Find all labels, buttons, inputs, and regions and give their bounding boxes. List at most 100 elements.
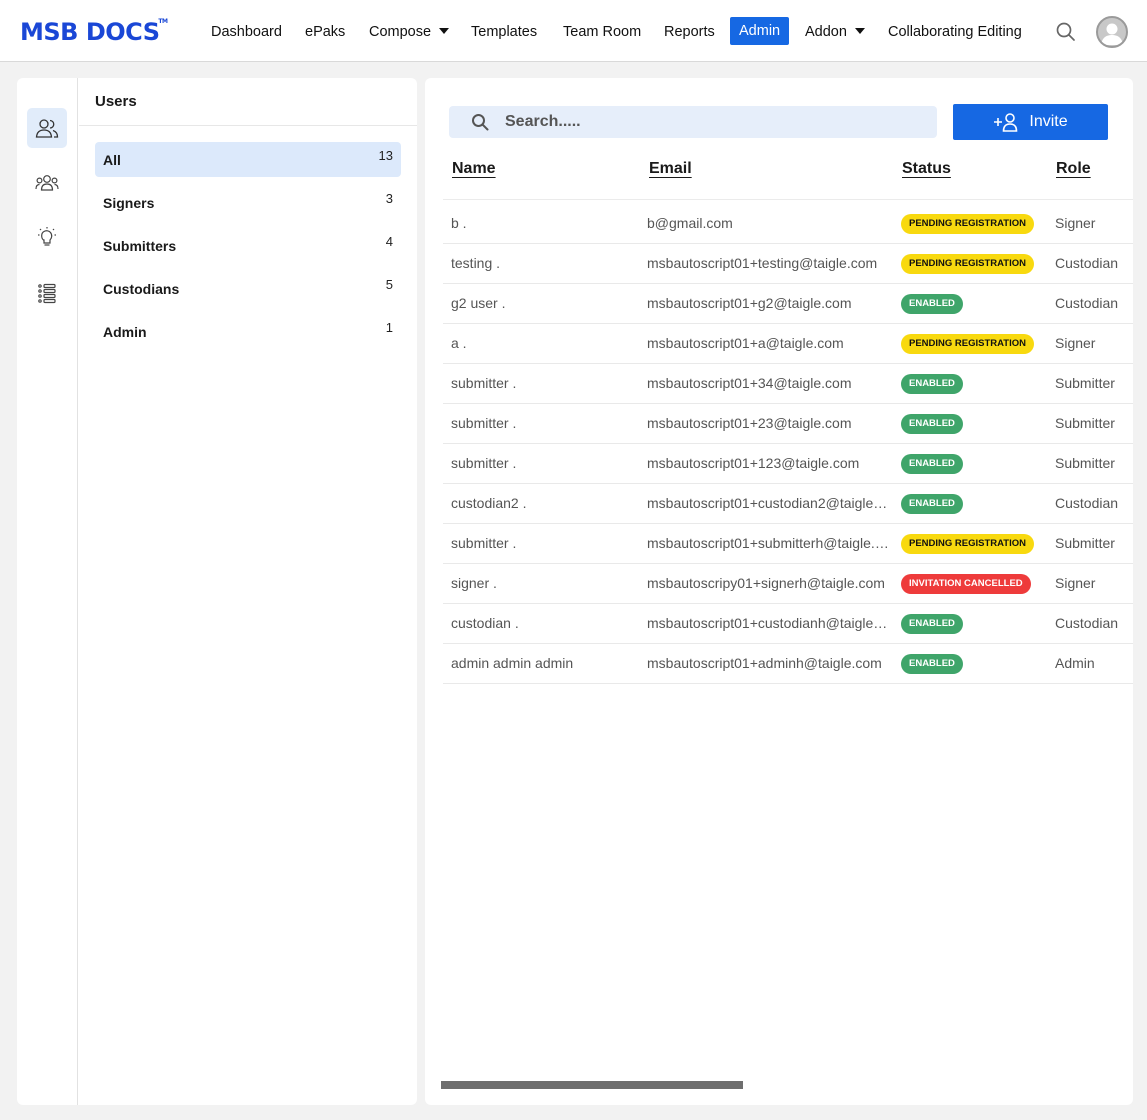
filter-admin[interactable]: Admin 1 — [95, 314, 401, 349]
status-badge: ENABLED — [901, 454, 963, 474]
nav-admin[interactable]: Admin — [730, 17, 790, 45]
user-name: submitter . — [451, 455, 517, 471]
filter-label: Custodians — [103, 281, 180, 297]
status-badge: ENABLED — [901, 494, 963, 514]
close-icon[interactable] — [371, 91, 393, 113]
filter-signers[interactable]: Signers 3 — [95, 185, 401, 220]
nav-addon-label: Addon — [805, 24, 847, 40]
table-row[interactable]: custodian2 . msbautoscript01+custodian2@t… — [443, 484, 1133, 524]
filter-count: 1 — [385, 320, 393, 335]
table-row[interactable]: submitter . msbautoscript01+123@taigle.co… — [443, 444, 1133, 484]
filter-all[interactable]: All 13 — [95, 142, 401, 177]
user-email: msbautoscript01+34@taigle.com — [647, 375, 852, 391]
lightbulb-icon[interactable] — [27, 218, 67, 258]
user-email: msbautoscript01+123@taigle.com — [647, 455, 860, 471]
table-row[interactable]: g2 user . msbautoscript01+g2@taigle.com EN… — [443, 284, 1133, 324]
brand-name: MSB DOCS — [20, 18, 160, 46]
user-avatar-icon[interactable] — [1096, 16, 1128, 48]
filter-count: 3 — [385, 191, 393, 206]
filter-count: 4 — [385, 234, 393, 249]
users-sidebar: Users All 13 Signers 3 Submitters 4 Cust… — [17, 78, 417, 1105]
user-role: Custodian — [1055, 615, 1119, 631]
header-divider — [443, 199, 1133, 200]
search-bar — [449, 106, 937, 138]
status-badge: ENABLED — [901, 374, 963, 394]
column-header-status[interactable]: Status — [902, 160, 951, 178]
top-navigation-bar: MSB DOCS TM Dashboard ePaks Compose Temp… — [0, 0, 1147, 62]
status-badge: PENDING REGISTRATION — [901, 534, 1034, 554]
table-row[interactable]: b . b@gmail.com PENDING REGISTRATION Signer — [443, 204, 1133, 244]
table-row[interactable]: admin admin admin msbautoscript01+adminh@… — [443, 644, 1133, 684]
status-badge: ENABLED — [901, 294, 963, 314]
search-icon[interactable] — [1055, 21, 1077, 43]
table-row[interactable]: a . msbautoscript01+a@taigle.com PENDING R… — [443, 324, 1133, 364]
column-header-role[interactable]: Role — [1056, 160, 1091, 178]
status-badge: ENABLED — [901, 414, 963, 434]
user-role: Signer — [1055, 335, 1096, 351]
icon-rail — [17, 78, 78, 1105]
user-name: g2 user . — [451, 295, 506, 311]
users-panel-header: Users — [79, 78, 417, 126]
chevron-down-icon — [854, 28, 865, 34]
nav-addon[interactable]: Addon — [805, 20, 865, 44]
user-name: custodian . — [451, 615, 519, 631]
user-name: submitter . — [451, 375, 517, 391]
nav-team-room[interactable]: Team Room — [563, 20, 641, 44]
user-role: Signer — [1055, 215, 1096, 231]
table-row[interactable]: submitter . msbautoscript01+submitterh@ta… — [443, 524, 1133, 564]
user-role: Signer — [1055, 575, 1096, 591]
add-user-icon — [994, 113, 1018, 132]
filter-count: 13 — [378, 148, 393, 163]
status-badge: PENDING REGISTRATION — [901, 334, 1034, 354]
user-role: Submitter — [1055, 535, 1115, 551]
nav-dashboard[interactable]: Dashboard — [211, 20, 282, 44]
filter-custodians[interactable]: Custodians 5 — [95, 271, 401, 306]
user-email: msbautoscript01+testing@taigle.com — [647, 255, 878, 271]
group-icon[interactable] — [27, 163, 67, 203]
msb-docs-logo[interactable]: MSB DOCS TM — [20, 18, 168, 46]
user-role: Admin — [1055, 655, 1095, 671]
filter-label: Submitters — [103, 238, 177, 254]
search-icon — [472, 114, 489, 131]
nav-reports[interactable]: Reports — [664, 20, 715, 44]
list-icon[interactable] — [27, 273, 67, 313]
nav-compose[interactable]: Compose — [369, 20, 450, 44]
filter-count: 5 — [385, 277, 393, 292]
chevron-down-icon — [439, 28, 450, 34]
table-row[interactable]: submitter . msbautoscript01+34@taigle.com… — [443, 364, 1133, 404]
user-email: msbautoscript01+23@taigle.com — [647, 415, 852, 431]
user-email: msbautoscript01+a@taigle.com — [647, 335, 844, 351]
search-input[interactable] — [505, 110, 925, 134]
filter-submitters[interactable]: Submitters 4 — [95, 228, 401, 263]
nav-collaborating-editing[interactable]: Collaborating Editing — [888, 20, 1022, 44]
user-name: testing . — [451, 255, 501, 271]
user-name: b . — [451, 215, 467, 231]
user-email: msbautoscript01+custodianh@taigle.com — [647, 615, 891, 631]
user-role: Custodian — [1055, 495, 1119, 511]
table-row[interactable]: custodian . msbautoscript01+custodianh@ta… — [443, 604, 1133, 644]
column-header-email[interactable]: Email — [649, 160, 692, 178]
table-row[interactable]: submitter . msbautoscript01+23@taigle.com… — [443, 404, 1133, 444]
status-badge: INVITATION CANCELLED — [901, 574, 1031, 594]
user-email: msbautoscript01+adminh@taigle.com — [647, 655, 882, 671]
users-table-body: b . b@gmail.com PENDING REGISTRATION Signer… — [443, 204, 1133, 684]
user-email: msbautoscript01+submitterh@taigle.com — [647, 535, 891, 551]
status-badge: PENDING REGISTRATION — [901, 214, 1034, 234]
nav-epaks[interactable]: ePaks — [305, 20, 345, 44]
user-name: a . — [451, 335, 467, 351]
user-name: submitter . — [451, 535, 517, 551]
table-row[interactable]: testing . msbautoscript01+testing@taigle.… — [443, 244, 1133, 284]
filter-label: Admin — [103, 324, 147, 340]
user-email: msbautoscript01+custodian2@taigle.com — [647, 495, 891, 511]
users-icon[interactable] — [27, 108, 67, 148]
horizontal-scrollbar[interactable] — [441, 1081, 743, 1089]
user-email: b@gmail.com — [647, 215, 733, 231]
table-row[interactable]: signer . msbautoscripy01+signerh@taigle.c… — [443, 564, 1133, 604]
column-header-name[interactable]: Name — [452, 160, 496, 178]
user-role: Submitter — [1055, 455, 1115, 471]
trademark-mark: TM — [158, 18, 168, 25]
status-badge: PENDING REGISTRATION — [901, 254, 1034, 274]
nav-templates[interactable]: Templates — [471, 20, 537, 44]
invite-button[interactable]: Invite — [953, 104, 1108, 140]
user-name: custodian2 . — [451, 495, 527, 511]
